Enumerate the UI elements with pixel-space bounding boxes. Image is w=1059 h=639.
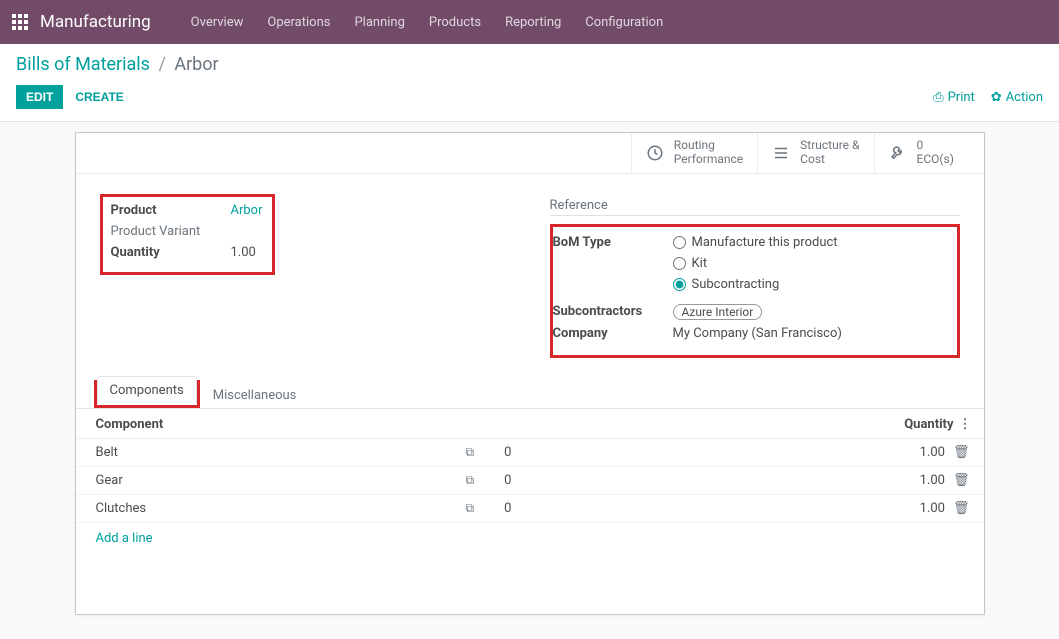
table-row[interactable]: Clutches ⧉ 0 1.00 🗑: [76, 495, 984, 523]
copy-icon[interactable]: ⧉: [466, 445, 475, 460]
print-action[interactable]: ⎙ Print: [933, 90, 975, 105]
components-table: Component Quantity ⋮ Belt ⧉ 0 1.00 🗑 Gear ⧉ 0 1.…: [76, 409, 984, 524]
stat-ecos[interactable]: 0ECO(s): [874, 133, 984, 173]
table-row[interactable]: Belt ⧉ 0 1.00 🗑: [76, 438, 984, 467]
company-label: Company: [553, 326, 673, 341]
apps-icon[interactable]: [12, 14, 28, 30]
radio-subcontracting[interactable]: [673, 278, 686, 291]
trash-icon[interactable]: 🗑: [953, 473, 970, 488]
add-line[interactable]: Add a line: [76, 523, 984, 554]
list-icon: [772, 144, 790, 162]
zero-col: 0: [484, 438, 557, 467]
nav-operations[interactable]: Operations: [255, 15, 342, 30]
copy-icon[interactable]: ⧉: [466, 473, 475, 488]
tab-miscellaneous[interactable]: Miscellaneous: [200, 381, 310, 409]
create-button[interactable]: CREATE: [75, 90, 123, 104]
tabs: Components Miscellaneous: [76, 380, 984, 409]
highlight-tab: Components: [94, 380, 200, 408]
nav-products[interactable]: Products: [417, 15, 493, 30]
quantity-label: Quantity: [111, 245, 231, 260]
radio-subcontracting-label: Subcontracting: [692, 277, 780, 292]
zero-col: 0: [484, 467, 557, 495]
qty-value: 1.00: [920, 473, 945, 488]
topbar: Manufacturing Overview Operations Planni…: [0, 0, 1059, 44]
breadcrumb: Bills of Materials / Arbor: [16, 54, 1043, 75]
breadcrumb-root[interactable]: Bills of Materials: [16, 54, 150, 75]
trash-icon[interactable]: 🗑: [953, 445, 970, 460]
breadcrumb-leaf: Arbor: [174, 54, 218, 75]
zero-col: 0: [484, 495, 557, 523]
reference-label: Reference: [550, 198, 960, 216]
variant-label: Product Variant: [111, 224, 231, 239]
radio-kit[interactable]: [673, 257, 686, 270]
copy-icon[interactable]: ⧉: [466, 501, 475, 516]
top-nav: Overview Operations Planning Products Re…: [179, 15, 676, 30]
trash-icon[interactable]: 🗑: [953, 501, 970, 516]
highlight-right: BoM Type Manufacture this product Kit: [550, 224, 960, 358]
action-dropdown[interactable]: ✿ Action: [991, 90, 1043, 105]
app-title: Manufacturing: [40, 12, 151, 32]
gear-icon: ✿: [991, 90, 1002, 105]
product-value[interactable]: Arbor: [231, 203, 263, 218]
nav-overview[interactable]: Overview: [179, 15, 256, 30]
subcontractor-tag[interactable]: Azure Interior: [673, 304, 763, 320]
subcontractors-label: Subcontractors: [553, 304, 673, 319]
form-sheet: RoutingPerformance Structure &Cost 0ECO(…: [75, 132, 985, 615]
radio-kit-label: Kit: [692, 256, 708, 271]
company-value: My Company (San Francisco): [673, 326, 842, 341]
clock-icon: [646, 144, 664, 162]
wrench-icon: [889, 144, 907, 162]
control-panel: Bills of Materials / Arbor EDIT CREATE ⎙…: [0, 44, 1059, 122]
tab-components[interactable]: Components: [97, 376, 197, 404]
stat-routing-performance[interactable]: RoutingPerformance: [631, 133, 757, 173]
product-label: Product: [111, 203, 231, 218]
stat-structure-cost[interactable]: Structure &Cost: [757, 133, 873, 173]
nav-reporting[interactable]: Reporting: [493, 15, 573, 30]
component-name: Belt: [96, 445, 118, 460]
edit-button[interactable]: EDIT: [16, 85, 63, 109]
radio-manufacture[interactable]: [673, 236, 686, 249]
col-quantity: Quantity ⋮: [557, 409, 984, 439]
print-icon: ⎙: [933, 90, 943, 105]
stat-buttons: RoutingPerformance Structure &Cost 0ECO(…: [76, 133, 984, 174]
table-row[interactable]: Gear ⧉ 0 1.00 🗑: [76, 467, 984, 495]
component-name: Clutches: [96, 501, 147, 516]
kebab-icon[interactable]: ⋮: [959, 417, 972, 432]
radio-manufacture-label: Manufacture this product: [692, 235, 838, 250]
highlight-left: Product Arbor Product Variant Quantity 1…: [100, 194, 275, 275]
qty-value: 1.00: [920, 445, 945, 460]
nav-planning[interactable]: Planning: [342, 15, 416, 30]
quantity-value: 1.00: [231, 245, 256, 260]
col-component: Component: [76, 409, 485, 439]
bom-type-label: BoM Type: [553, 235, 673, 250]
qty-value: 1.00: [920, 501, 945, 516]
breadcrumb-sep: /: [158, 54, 165, 75]
component-name: Gear: [96, 473, 123, 488]
nav-configuration[interactable]: Configuration: [573, 15, 675, 30]
